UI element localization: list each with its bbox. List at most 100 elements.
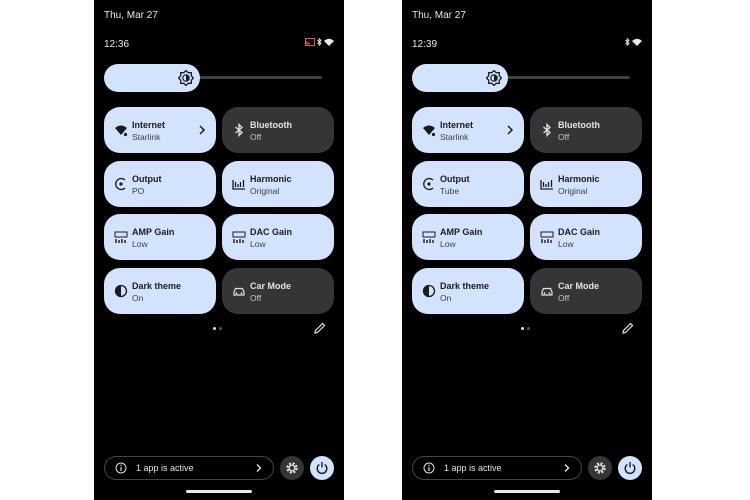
chevron-right-icon — [564, 464, 570, 472]
tile-harmonic[interactable]: Harmonic Original — [530, 161, 642, 207]
wifi-icon — [115, 125, 128, 137]
active-apps-button[interactable]: 1 app is active — [104, 456, 274, 480]
tile-subtitle: Original — [558, 186, 588, 196]
tile-internet[interactable]: Internet Starlink — [104, 107, 216, 153]
tile-title: Car Mode — [250, 281, 292, 291]
settings-button[interactable] — [588, 456, 612, 480]
brightness-icon — [178, 70, 194, 86]
page-dot — [527, 327, 530, 330]
tile-title: Car Mode — [558, 281, 600, 291]
info-icon — [423, 462, 435, 474]
dark-theme-icon — [114, 284, 128, 298]
tile-title: Bluetooth — [558, 120, 600, 130]
tile-dac-gain[interactable]: DAC Gain Low — [222, 214, 334, 260]
info-icon — [115, 462, 127, 474]
tile-title: AMP Gain — [132, 227, 175, 237]
chevron-right-icon — [256, 464, 262, 472]
tile-amp-gain[interactable]: AMP Gain Low — [412, 214, 524, 260]
page-dot-active — [521, 327, 524, 330]
harmonic-icon — [540, 180, 553, 190]
tile-subtitle: Off — [250, 132, 262, 142]
tile-subtitle: Starlink — [440, 132, 469, 142]
tile-bluetooth[interactable]: Bluetooth Off — [530, 107, 642, 153]
tile-car-mode[interactable]: Car Mode Off — [530, 268, 642, 314]
power-button[interactable] — [618, 456, 642, 480]
tile-title: DAC Gain — [250, 227, 293, 237]
tile-dark-theme[interactable]: Dark theme On — [412, 268, 524, 314]
tile-subtitle: Starlink — [132, 132, 161, 142]
tile-subtitle: Tube — [440, 186, 460, 196]
wifi-icon — [423, 125, 436, 137]
wifi-status-icon — [632, 38, 642, 46]
tile-subtitle: Off — [558, 293, 570, 303]
edit-pencil-icon[interactable] — [622, 322, 634, 334]
tile-subtitle: Off — [250, 293, 262, 303]
bluetooth-icon — [235, 123, 243, 137]
tile-bluetooth[interactable]: Bluetooth Off — [222, 107, 334, 153]
tile-subtitle: Low — [132, 239, 148, 249]
brightness-slider[interactable] — [104, 64, 322, 92]
tile-dark-theme[interactable]: Dark theme On — [104, 268, 216, 314]
tile-internet[interactable]: Internet Starlink — [412, 107, 524, 153]
chevron-right-icon — [507, 125, 514, 135]
tile-subtitle: Off — [558, 132, 570, 142]
harmonic-icon — [232, 180, 245, 190]
tile-title: Harmonic — [250, 174, 292, 184]
gear-icon — [286, 462, 298, 474]
tile-title: Harmonic — [558, 174, 600, 184]
settings-button[interactable] — [280, 456, 304, 480]
tile-harmonic[interactable]: Harmonic Original — [222, 161, 334, 207]
tile-output[interactable]: Output PO — [104, 161, 216, 207]
amp-gain-icon — [422, 231, 436, 243]
page-indicator — [213, 327, 222, 330]
tile-title: Internet — [132, 120, 166, 130]
brightness-track[interactable] — [502, 76, 630, 79]
cast-icon — [305, 38, 315, 46]
gear-icon — [594, 462, 606, 474]
tile-title: Output — [132, 174, 162, 184]
power-icon — [316, 462, 328, 475]
edit-pencil-icon[interactable] — [314, 322, 326, 334]
brightness-track[interactable] — [194, 76, 322, 79]
brightness-slider[interactable] — [412, 64, 630, 92]
active-apps-button[interactable]: 1 app is active — [412, 456, 582, 480]
power-icon — [624, 462, 636, 475]
bluetooth-icon — [543, 123, 551, 137]
tile-amp-gain[interactable]: AMP Gain Low — [104, 214, 216, 260]
page-dot-active — [213, 327, 216, 330]
tile-subtitle: Low — [558, 239, 574, 249]
brightness-icon — [486, 70, 502, 86]
active-apps-label: 1 app is active — [444, 463, 502, 473]
tile-title: Internet — [440, 120, 474, 130]
clock-label: 12:36 — [104, 39, 130, 50]
chevron-right-icon — [199, 125, 206, 135]
status-icons — [305, 38, 334, 46]
clock-label: 12:39 — [412, 39, 438, 50]
tile-title: Dark theme — [440, 281, 490, 291]
gesture-handle[interactable] — [494, 490, 560, 493]
car-icon — [541, 287, 553, 296]
bluetooth-status-icon — [317, 38, 322, 46]
tile-car-mode[interactable]: Car Mode Off — [222, 268, 334, 314]
tile-subtitle: Original — [250, 186, 280, 196]
dark-theme-icon — [422, 284, 436, 298]
power-button[interactable] — [310, 456, 334, 480]
phone-screen-right: Thu, Mar 27 12:39 Internet Starlink Blue… — [402, 0, 652, 500]
page-dot — [219, 327, 222, 330]
tile-output[interactable]: Output Tube — [412, 161, 524, 207]
date-label: Thu, Mar 27 — [104, 10, 158, 21]
tile-title: Output — [440, 174, 470, 184]
phone-screen-left: Thu, Mar 27 12:36 Internet Starlink Blue… — [94, 0, 344, 500]
tile-dac-gain[interactable]: DAC Gain Low — [530, 214, 642, 260]
amp-gain-icon — [114, 231, 128, 243]
output-icon — [115, 177, 126, 191]
dac-gain-icon — [232, 231, 246, 243]
tile-title: AMP Gain — [440, 227, 483, 237]
tile-title: Dark theme — [132, 281, 182, 291]
tile-subtitle: PO — [132, 186, 145, 196]
tile-title: Bluetooth — [250, 120, 292, 130]
gesture-handle[interactable] — [186, 490, 252, 493]
bluetooth-status-icon — [625, 38, 630, 46]
tile-subtitle: Low — [440, 239, 456, 249]
dac-gain-icon — [540, 231, 554, 243]
